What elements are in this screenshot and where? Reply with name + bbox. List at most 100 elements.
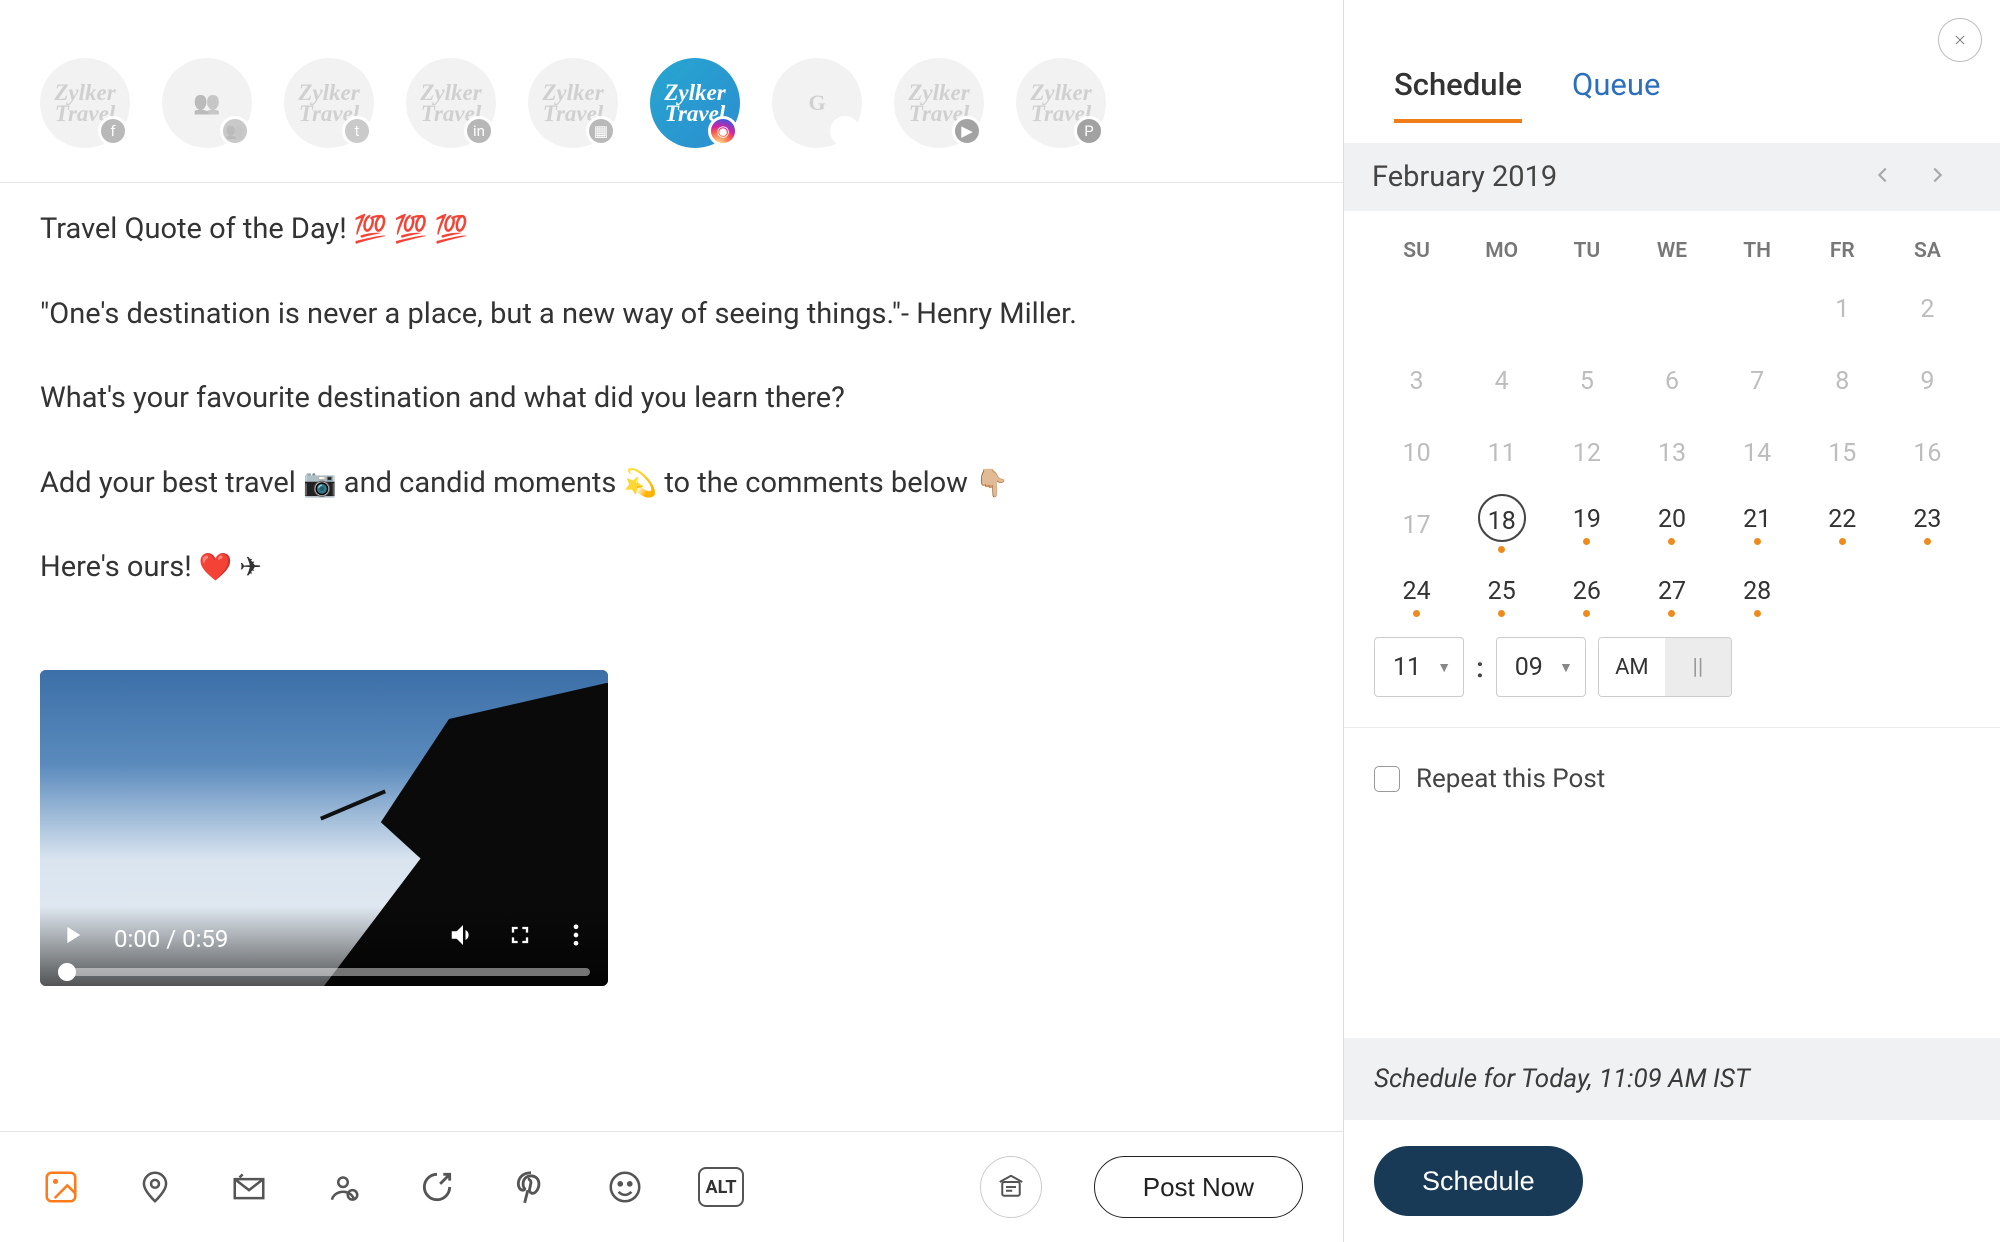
calendar-day[interactable]: 22 bbox=[1800, 487, 1885, 559]
prev-month-button[interactable] bbox=[1856, 156, 1910, 198]
calendar-day[interactable]: 23 bbox=[1885, 487, 1970, 559]
calendar-day[interactable]: 13 bbox=[1629, 415, 1714, 487]
video-seek-thumb[interactable] bbox=[58, 963, 76, 981]
video-seek-bar[interactable] bbox=[58, 968, 590, 976]
calendar-day[interactable]: 11 bbox=[1459, 415, 1544, 487]
calendar-day[interactable]: 7 bbox=[1715, 343, 1800, 415]
tab-schedule[interactable]: Schedule bbox=[1394, 66, 1522, 123]
calendar-day-number: 21 bbox=[1743, 501, 1771, 534]
pinterest-button[interactable] bbox=[510, 1166, 552, 1208]
calendar-day bbox=[1715, 271, 1800, 343]
channel-fbp[interactable]: ZylkerTravel▦ bbox=[528, 58, 618, 148]
hour-select[interactable]: 11▼ bbox=[1374, 637, 1464, 697]
emoji-button[interactable] bbox=[604, 1166, 646, 1208]
calendar-dow: TH bbox=[1715, 229, 1800, 271]
calendar-day[interactable]: 15 bbox=[1800, 415, 1885, 487]
post-now-button[interactable]: Post Now bbox=[1094, 1156, 1303, 1218]
time-colon: : bbox=[1476, 651, 1484, 684]
calendar-day-number: 10 bbox=[1403, 435, 1431, 468]
calendar-day[interactable]: 24 bbox=[1374, 559, 1459, 631]
video-time: 0:00 / 0:59 bbox=[114, 923, 228, 957]
sparkle-emoji: 💫 bbox=[624, 467, 658, 499]
schedule-button[interactable]: Schedule bbox=[1374, 1146, 1583, 1216]
video-controls: 0:00 / 0:59 bbox=[40, 906, 608, 986]
tag-users-button[interactable] bbox=[322, 1166, 364, 1208]
channel-in[interactable]: ZylkerTravelin bbox=[406, 58, 496, 148]
calendar-day-number: 23 bbox=[1913, 501, 1941, 534]
minute-select[interactable]: 09 ▼ bbox=[1496, 637, 1586, 697]
calendar-day[interactable]: 25 bbox=[1459, 559, 1544, 631]
compose-text: Travel Quote of the Day! bbox=[40, 212, 354, 246]
calendar-day[interactable]: 9 bbox=[1885, 343, 1970, 415]
channel-yt[interactable]: ZylkerTravel▶ bbox=[894, 58, 984, 148]
channel-gg[interactable]: GG bbox=[772, 58, 862, 148]
calendar-day[interactable]: 1 bbox=[1800, 271, 1885, 343]
calendar-day[interactable]: 28 bbox=[1715, 559, 1800, 631]
pm-button[interactable]: || bbox=[1665, 638, 1731, 696]
calendar-day[interactable]: 4 bbox=[1459, 343, 1544, 415]
repeat-checkbox[interactable] bbox=[1374, 766, 1400, 792]
fb-badge-icon: f bbox=[98, 116, 128, 146]
save-draft-button[interactable] bbox=[980, 1156, 1042, 1218]
compose-area[interactable]: Travel Quote of the Day! 💯 💯 💯 "One's de… bbox=[0, 183, 1343, 1131]
calendar-day bbox=[1374, 271, 1459, 343]
calendar-day[interactable]: 8 bbox=[1800, 343, 1885, 415]
compose-text: Here's ours! bbox=[40, 550, 199, 584]
compose-line-3: What's your favourite destination and wh… bbox=[40, 378, 1303, 419]
calendar-day[interactable]: 17 bbox=[1374, 487, 1459, 559]
play-icon[interactable] bbox=[58, 921, 86, 959]
chevron-down-icon: ▼ bbox=[1559, 659, 1573, 676]
channel-selector: ZylkerTravelf 👥👥 ZylkerTravelt ZylkerTravel… bbox=[0, 0, 1343, 183]
channel-fb[interactable]: ZylkerTravelf bbox=[40, 58, 130, 148]
next-month-button[interactable] bbox=[1910, 156, 1964, 198]
fullscreen-icon[interactable] bbox=[506, 921, 534, 959]
calendar-day[interactable]: 19 bbox=[1544, 487, 1629, 559]
send-for-approval-button[interactable] bbox=[228, 1166, 270, 1208]
calendar: SUMOTUWETHFRSA 1234567891011121314151617… bbox=[1344, 211, 2000, 631]
calendar-day-number: 2 bbox=[1920, 291, 1934, 324]
calendar-day bbox=[1459, 271, 1544, 343]
in-badge-icon: in bbox=[464, 116, 494, 146]
calendar-day[interactable]: 10 bbox=[1374, 415, 1459, 487]
calendar-day[interactable]: 2 bbox=[1885, 271, 1970, 343]
ig-badge-icon: ◉ bbox=[708, 116, 738, 146]
compose-text: to the comments below bbox=[657, 466, 975, 500]
calendar-day-number: 17 bbox=[1403, 507, 1431, 540]
calendar-dow: FR bbox=[1800, 229, 1885, 271]
compose-text: Add your best travel bbox=[40, 466, 303, 500]
calendar-day[interactable]: 26 bbox=[1544, 559, 1629, 631]
shorten-link-button[interactable] bbox=[416, 1166, 458, 1208]
calendar-day[interactable]: 27 bbox=[1629, 559, 1714, 631]
compose-toolbar: ALT Post Now bbox=[0, 1131, 1343, 1242]
calendar-day[interactable]: 3 bbox=[1374, 343, 1459, 415]
calendar-day[interactable]: 18 bbox=[1459, 487, 1544, 559]
channel-ig[interactable]: ZylkerTravel◉ bbox=[650, 58, 740, 148]
alt-text-button[interactable]: ALT bbox=[698, 1167, 744, 1207]
am-button[interactable]: AM bbox=[1599, 638, 1665, 696]
tab-queue[interactable]: Queue bbox=[1572, 66, 1660, 123]
calendar-day[interactable]: 16 bbox=[1885, 415, 1970, 487]
calendar-day bbox=[1629, 271, 1714, 343]
calendar-day-number: 15 bbox=[1828, 435, 1856, 468]
channel-tw[interactable]: ZylkerTravelt bbox=[284, 58, 374, 148]
am-pm-toggle[interactable]: AM || bbox=[1598, 637, 1732, 697]
more-icon[interactable] bbox=[562, 921, 590, 959]
minute-value: 09 bbox=[1515, 653, 1543, 682]
calendar-day[interactable]: 12 bbox=[1544, 415, 1629, 487]
video-attachment[interactable]: 0:00 / 0:59 bbox=[40, 670, 608, 986]
calendar-day[interactable]: 6 bbox=[1629, 343, 1714, 415]
calendar-day[interactable]: 5 bbox=[1544, 343, 1629, 415]
channel-grp[interactable]: 👥👥 bbox=[162, 58, 252, 148]
calendar-day-dot bbox=[1754, 538, 1761, 545]
close-button[interactable] bbox=[1938, 18, 1982, 62]
calendar-day[interactable]: 14 bbox=[1715, 415, 1800, 487]
calendar-day[interactable]: 21 bbox=[1715, 487, 1800, 559]
calendar-day-number: 3 bbox=[1410, 363, 1424, 396]
volume-icon[interactable] bbox=[448, 920, 478, 960]
calendar-day[interactable]: 20 bbox=[1629, 487, 1714, 559]
calendar-day-number: 14 bbox=[1743, 435, 1771, 468]
calendar-day-dot bbox=[1754, 610, 1761, 617]
add-media-button[interactable] bbox=[40, 1166, 82, 1208]
add-location-button[interactable] bbox=[134, 1166, 176, 1208]
channel-pin[interactable]: ZylkerTravelP bbox=[1016, 58, 1106, 148]
